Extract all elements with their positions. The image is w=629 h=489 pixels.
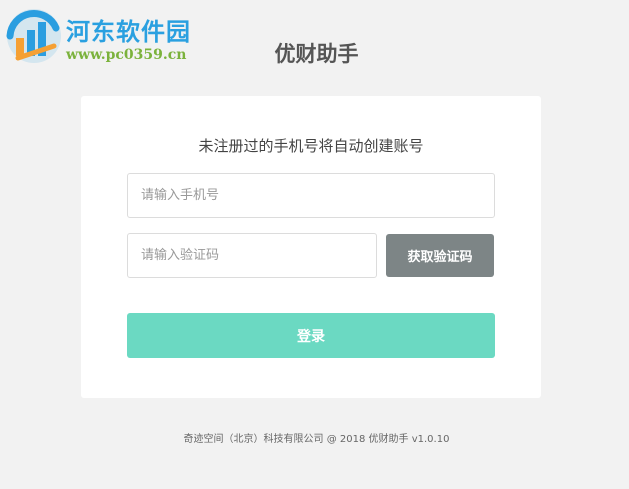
- phone-input[interactable]: [127, 173, 495, 218]
- footer-copyright: 奇迹空间（北京）科技有限公司 @ 2018 优财助手 v1.0.10: [183, 434, 450, 445]
- login-card: 未注册过的手机号将自动创建账号 获取验证码 登录: [81, 96, 541, 398]
- login-button[interactable]: 登录: [127, 313, 495, 358]
- get-code-button[interactable]: 获取验证码: [386, 234, 494, 277]
- app-title: 优财助手: [274, 42, 359, 66]
- verification-code-input[interactable]: [127, 233, 377, 278]
- register-hint: 未注册过的手机号将自动创建账号: [198, 137, 424, 155]
